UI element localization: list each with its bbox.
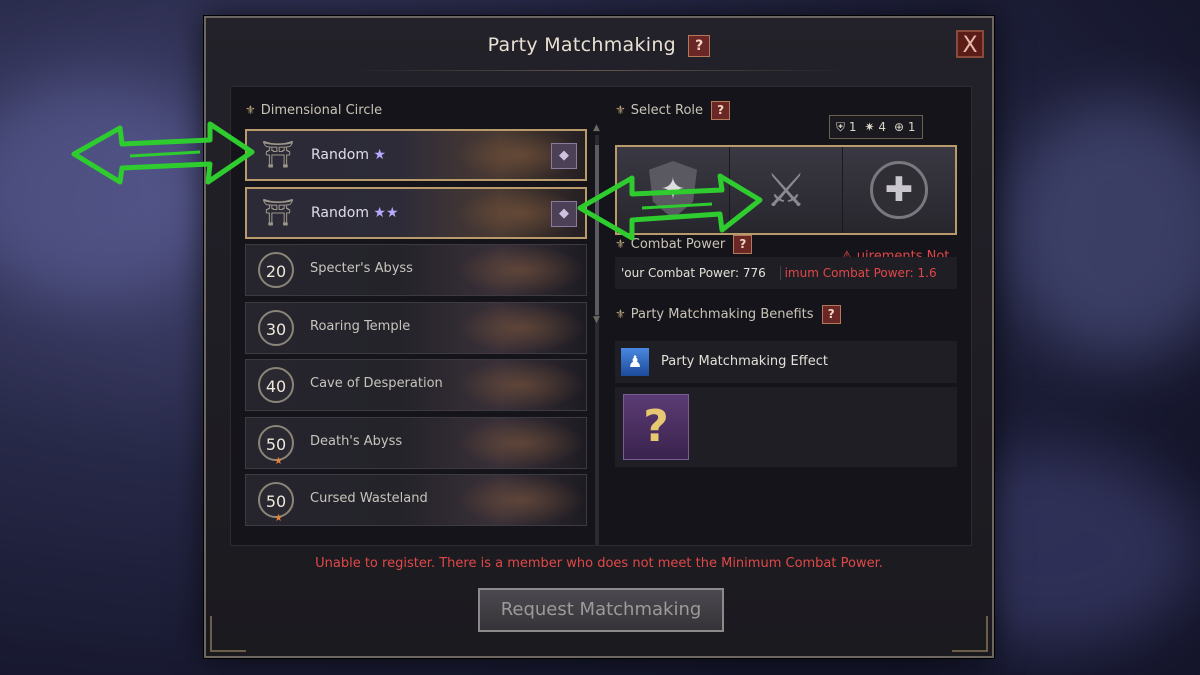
dungeon-name: Cursed Wasteland <box>310 491 428 506</box>
dungeon-name: Cave of Desperation <box>310 376 443 391</box>
benefit-effect-row: ♟ Party Matchmaking Effect <box>615 341 957 383</box>
your-combat-power: 'our Combat Power: 776 <box>621 266 766 280</box>
annotation-arrow-right <box>577 173 763 241</box>
request-matchmaking-button[interactable]: Request Matchmaking <box>478 588 724 632</box>
dungeon-art <box>456 417 586 468</box>
dialog-title: Party Matchmaking ? <box>206 34 992 57</box>
fleur-icon: ⚜ <box>615 307 626 321</box>
benefits-header: ⚜ Party Matchmaking Benefits ? <box>615 305 841 324</box>
select-role-header: ⚜ Select Role ? <box>615 101 731 120</box>
dungeon-name: Random ★★ <box>311 204 399 221</box>
register-error-message: Unable to register. There is a member wh… <box>315 556 883 571</box>
party-effect-icon: ♟ <box>621 347 649 376</box>
healer-count: ⊕ 1 <box>893 120 916 134</box>
annotation-arrow-left <box>71 121 255 185</box>
scroll-up-icon[interactable]: ▲ <box>593 123 600 133</box>
fleur-icon: ⚜ <box>615 103 626 117</box>
dungeon-art <box>456 245 586 295</box>
min-combat-power: imum Combat Power: 1.6 <box>779 266 937 280</box>
lock-shield-icon[interactable]: ◆ <box>551 143 577 169</box>
dungeon-item-deaths-abyss[interactable]: 50 ★ Death's Abyss <box>245 416 587 469</box>
close-button[interactable]: X <box>956 30 984 58</box>
combat-power-row: 'our Combat Power: 776 imum Combat Power… <box>615 257 957 289</box>
background-glow-right <box>1000 100 1200 360</box>
damage-count: ✷ 4 <box>864 120 886 134</box>
corner-ornament <box>952 616 988 652</box>
tank-count: ⛨ 1 <box>836 120 857 134</box>
dialog-title-text: Party Matchmaking <box>487 34 677 56</box>
star-mark-icon: ★ <box>274 455 283 467</box>
dungeon-name: Specter's Abyss <box>310 261 413 276</box>
corner-ornament <box>210 616 246 652</box>
title-help-icon[interactable]: ? <box>688 34 711 57</box>
dungeon-item-roaring-temple[interactable]: 30 Roaring Temple <box>245 301 587 354</box>
gate-icon: ⛩ <box>261 140 295 170</box>
difficulty-stars: ★ <box>373 147 386 163</box>
crossed-swords-icon: ⚔ <box>765 163 807 217</box>
dungeon-item-specters-abyss[interactable]: 20 Specter's Abyss <box>245 244 587 296</box>
scroll-down-icon[interactable]: ▼ <box>593 315 600 325</box>
dungeon-name: Random ★ <box>311 147 386 163</box>
dungeon-name: Death's Abyss <box>310 433 403 449</box>
party-matchmaking-dialog: Party Matchmaking ? X ⚜ Dimensional Circl… <box>204 16 994 658</box>
benefits-help-icon[interactable]: ? <box>821 305 841 324</box>
dungeon-item-random-1star[interactable]: ⛩ Random ★ ◆ <box>245 129 587 181</box>
benefit-effect-label: Party Matchmaking Effect <box>661 354 828 369</box>
dungeon-list: ⛩ Random ★ ◆ ⛩ Random ★★ ◆ 20 Specter's … <box>245 129 587 539</box>
star-mark-icon: ★ <box>274 513 283 524</box>
dungeon-item-cursed-wasteland[interactable]: 50 ★ Cursed Wasteland <box>245 474 587 526</box>
role-counts: ⛨ 1 ✷ 4 ⊕ 1 <box>829 115 923 139</box>
difficulty-stars: ★★ <box>373 204 399 221</box>
dungeon-art <box>456 475 586 525</box>
title-divider <box>346 70 852 71</box>
dungeon-item-cave-of-desperation[interactable]: 40 Cave of Desperation <box>245 359 587 411</box>
select-role-help-icon[interactable]: ? <box>711 101 731 120</box>
gate-icon: ⛩ <box>261 197 295 228</box>
benefits-label: Party Matchmaking Benefits <box>630 307 814 322</box>
content-panel: ⚜ Dimensional Circle ⛩ Random ★ ◆ ⛩ Rando… <box>230 86 972 546</box>
cross-icon: ✚ <box>870 161 928 219</box>
role-healer-button[interactable]: ✚ <box>843 147 955 233</box>
level-badge: 40 <box>258 367 294 403</box>
dungeon-item-random-2star[interactable]: ⛩ Random ★★ ◆ <box>245 186 587 239</box>
dimensional-circle-label: Dimensional Circle <box>260 103 383 118</box>
level-badge: 30 <box>258 309 294 346</box>
select-role-label: Select Role <box>630 103 704 118</box>
dungeon-name: Roaring Temple <box>310 318 411 334</box>
level-badge: 20 <box>258 252 294 288</box>
dimensional-circle-header: ⚜ Dimensional Circle <box>245 103 382 118</box>
background-glow-left <box>0 80 220 300</box>
dungeon-art <box>456 360 586 410</box>
dungeon-art <box>456 302 586 353</box>
fleur-icon: ⚜ <box>245 103 256 117</box>
benefit-reward-box: ? <box>615 387 957 467</box>
mystery-reward-icon[interactable]: ? <box>623 394 689 460</box>
